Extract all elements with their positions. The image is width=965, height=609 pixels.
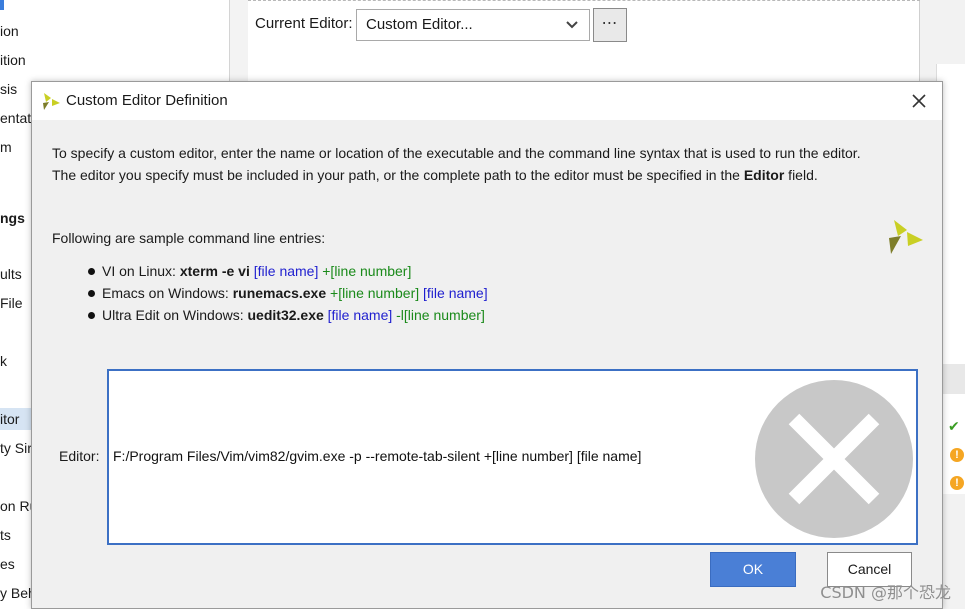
description-line: To specify a custom editor, enter the na… — [52, 145, 861, 161]
app-logo-icon — [43, 93, 60, 110]
bullet-icon — [88, 290, 95, 297]
ok-button[interactable]: OK — [710, 552, 796, 587]
warning-icon: ! — [950, 476, 964, 490]
sidebar-item[interactable]: ition — [0, 49, 26, 71]
sidebar-section-heading: ngs — [0, 210, 25, 226]
description-line: The editor you specify must be included … — [52, 167, 818, 183]
sample-list: VI on Linux: xterm -e vi [file name] +[l… — [88, 260, 488, 326]
sidebar-accent — [0, 0, 4, 10]
browse-button[interactable]: ⋯ — [593, 8, 627, 42]
check-icon: ✔ — [948, 418, 960, 434]
warning-icon: ! — [950, 448, 964, 462]
sample-item: Emacs on Windows: runemacs.exe +[line nu… — [88, 282, 488, 304]
current-editor-value: Custom Editor... — [366, 16, 473, 33]
bullet-icon — [88, 312, 95, 319]
brand-logo — [889, 220, 923, 254]
sidebar-item[interactable]: ty Sir — [0, 437, 32, 459]
sidebar-item[interactable]: ults — [0, 263, 22, 285]
editor-value: F:/Program Files/Vim/vim82/gvim.exe -p -… — [113, 448, 642, 464]
watermark: CSDN @那个恐龙 — [820, 583, 951, 602]
invalid-x-icon — [755, 380, 913, 538]
dialog-title: Custom Editor Definition — [66, 92, 228, 109]
current-editor-label: Current Editor: — [255, 15, 353, 32]
sample-item: Ultra Edit on Windows: uedit32.exe [file… — [88, 304, 488, 326]
chevron-down-icon — [565, 10, 579, 50]
panel-divider — [248, 0, 920, 1]
sidebar-item[interactable]: ion — [0, 20, 19, 42]
editor-label: Editor: — [59, 448, 100, 464]
sidebar-item[interactable]: k — [0, 350, 7, 372]
sidebar-item[interactable]: es — [0, 553, 15, 575]
editor-field[interactable]: F:/Program Files/Vim/vim82/gvim.exe -p -… — [107, 369, 918, 545]
sidebar-item[interactable]: ts — [0, 524, 11, 546]
current-editor-select[interactable]: Custom Editor... — [356, 9, 590, 41]
sample-item: VI on Linux: xterm -e vi [file name] +[l… — [88, 260, 488, 282]
dialog-titlebar: Custom Editor Definition — [32, 82, 942, 120]
custom-editor-dialog: Custom Editor Definition To specify a cu… — [31, 81, 943, 609]
dialog-description: To specify a custom editor, enter the na… — [52, 142, 882, 186]
close-icon[interactable] — [904, 86, 934, 116]
bullet-icon — [88, 268, 95, 275]
samples-title: Following are sample command line entrie… — [52, 230, 326, 246]
sidebar-item[interactable]: m — [0, 136, 12, 158]
sidebar-item[interactable]: File — [0, 292, 23, 314]
sidebar-item[interactable]: entati — [0, 107, 34, 129]
sidebar-item[interactable]: sis — [0, 78, 17, 100]
